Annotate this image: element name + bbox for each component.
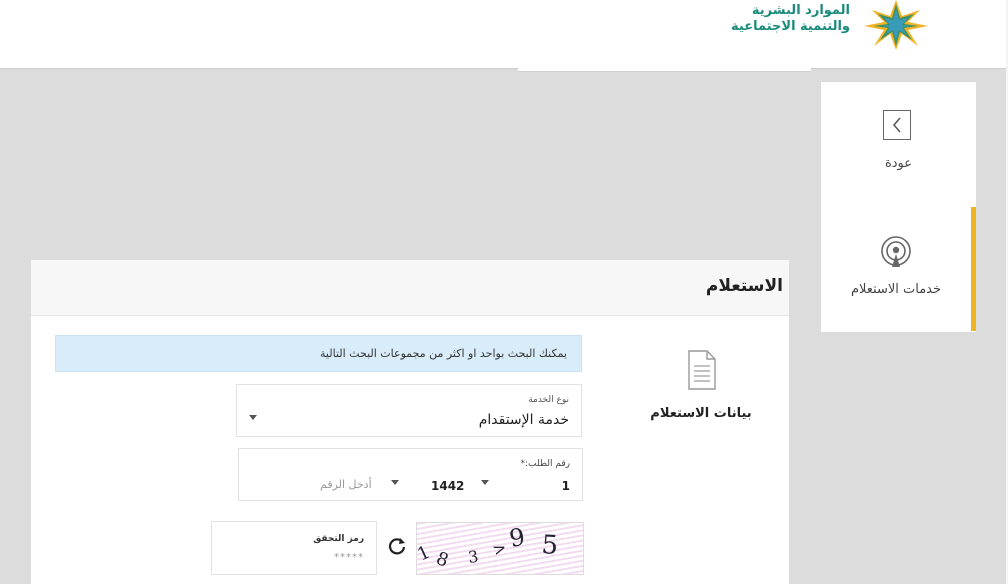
request-number-label: رقم الطلب:* (520, 459, 570, 469)
brand-name-line1: الموارد البشرية (751, 3, 850, 18)
brand-name-line2: والتنمية الاجتماعية (731, 19, 850, 34)
svg-text:8: 8 (433, 548, 451, 572)
info-alert: يمكنك البحث بواحد او اكثر من مجموعات الب… (55, 335, 582, 372)
data-section-label: بيانات الاستعلام (650, 406, 752, 421)
document-icon (688, 350, 716, 390)
chevron-right-icon (883, 110, 911, 140)
captcha-image: 5 9 > 3 8 1 (416, 522, 584, 575)
back-label: عودة (884, 156, 913, 171)
active-indicator (971, 207, 976, 331)
captcha-glyphs: 5 9 > 3 8 1 (417, 523, 560, 572)
service-type-value: خدمة الإستقدام (478, 412, 569, 428)
info-text: يمكنك البحث بواحد او اكثر من مجموعات الب… (320, 347, 567, 360)
top-header: الموارد البشرية والتنمية الاجتماعية (0, 0, 1006, 69)
svg-text:1: 1 (417, 542, 433, 566)
sidebar-item-inquiry-services[interactable]: خدمات الاستعلام (821, 207, 976, 332)
svg-text:9: 9 (507, 523, 527, 553)
page-title: الاستعلام (705, 276, 783, 296)
header-accent-line (518, 68, 811, 72)
ministry-logo-icon[interactable] (858, 0, 934, 50)
service-type-label: نوع الخدمة (528, 395, 569, 405)
chevron-down-icon (481, 480, 489, 485)
captcha-label: رمز التحقق (313, 534, 364, 544)
back-button[interactable]: عودة (821, 82, 976, 206)
service-type-select[interactable]: نوع الخدمة خدمة الإستقدام (236, 384, 582, 437)
chevron-down-icon (249, 415, 257, 420)
refresh-captcha-icon[interactable] (387, 536, 407, 556)
request-number-input[interactable]: أدخل الرقم (320, 478, 372, 491)
services-sidebar: عودة خدمات الاستعلام (821, 82, 976, 332)
request-number-group: رقم الطلب:* 1 1442 أدخل الرقم (238, 448, 583, 501)
inquiry-panel: الاستعلام بيانات الاستعلام يمكنك البحث ب… (31, 260, 789, 584)
broadcast-icon (881, 236, 911, 267)
captcha-input[interactable]: رمز التحقق ***** (211, 521, 377, 575)
captcha-placeholder: ***** (334, 552, 364, 563)
svg-text:>: > (490, 537, 509, 559)
svg-text:3: 3 (467, 547, 480, 567)
inquiry-services-label: خدمات الاستعلام (850, 282, 942, 297)
request-prefix-select[interactable]: 1 (562, 479, 570, 493)
panel-header: الاستعلام (31, 260, 789, 316)
request-year-select[interactable]: 1442 (431, 479, 464, 493)
chevron-down-icon (391, 480, 399, 485)
svg-text:5: 5 (541, 530, 560, 561)
